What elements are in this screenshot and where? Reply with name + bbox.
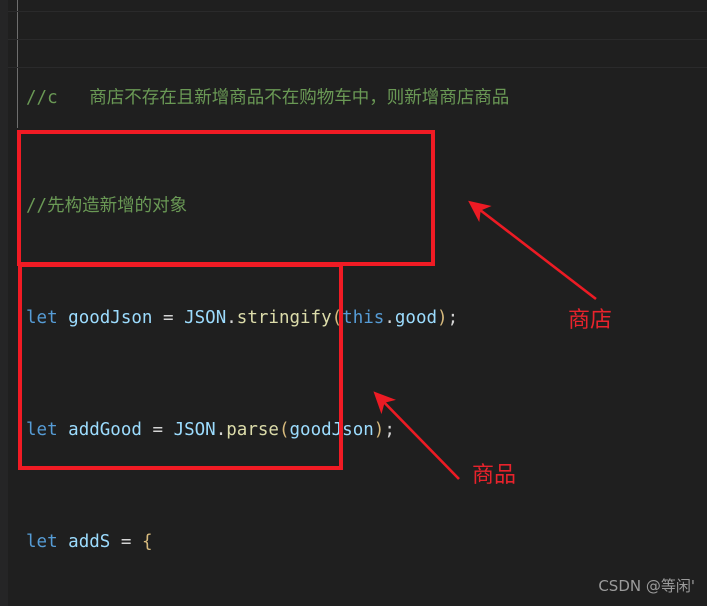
keyword-let: let	[26, 532, 58, 552]
comment-cjk-text: 商店不存在且新增商品不在购物车中，则新增商店商品	[89, 88, 510, 108]
identifier-goodJson: goodJson	[68, 308, 153, 328]
identifier-addGood: addGood	[68, 420, 142, 440]
method-stringify: stringify	[236, 308, 332, 328]
keyword-let: let	[26, 308, 58, 328]
identifier-JSON: JSON	[184, 308, 227, 328]
comment-text	[58, 88, 90, 108]
comment-token: //先构造新增的对象	[26, 196, 188, 216]
annotation-label-store: 商店	[568, 308, 613, 333]
code-screenshot: //c 商店不存在且新增商品不在购物车中，则新增商店商品 //先构造新增的对象 …	[0, 0, 707, 606]
identifier-goodJson: goodJson	[289, 420, 374, 440]
code-line-1[interactable]: //c 商店不存在且新增商品不在购物车中，则新增商店商品	[0, 84, 707, 108]
code-line-2[interactable]: //先构造新增的对象	[0, 192, 707, 220]
csdn-watermark: CSDN @等闲'	[598, 577, 695, 595]
property-good: good	[394, 308, 438, 328]
keyword-let: let	[26, 420, 58, 440]
assign-operator: =	[163, 308, 174, 328]
code-line-4[interactable]: let addGood = JSON.parse(goodJson);	[0, 416, 707, 444]
assign-operator: =	[152, 420, 164, 440]
assign-operator: =	[120, 532, 132, 552]
identifier-JSON: JSON	[173, 420, 216, 440]
annotation-label-good: 商品	[472, 463, 517, 488]
keyword-this: this	[342, 308, 385, 328]
identifier-addS: addS	[68, 532, 111, 552]
method-parse: parse	[226, 420, 279, 440]
comment-token: //c	[26, 88, 58, 108]
code-line-5[interactable]: let addS = {	[0, 528, 707, 556]
brace-open: {	[141, 532, 153, 552]
code-content[interactable]: //c 商店不存在且新增商品不在购物车中，则新增商店商品 //先构造新增的对象 …	[0, 0, 707, 606]
